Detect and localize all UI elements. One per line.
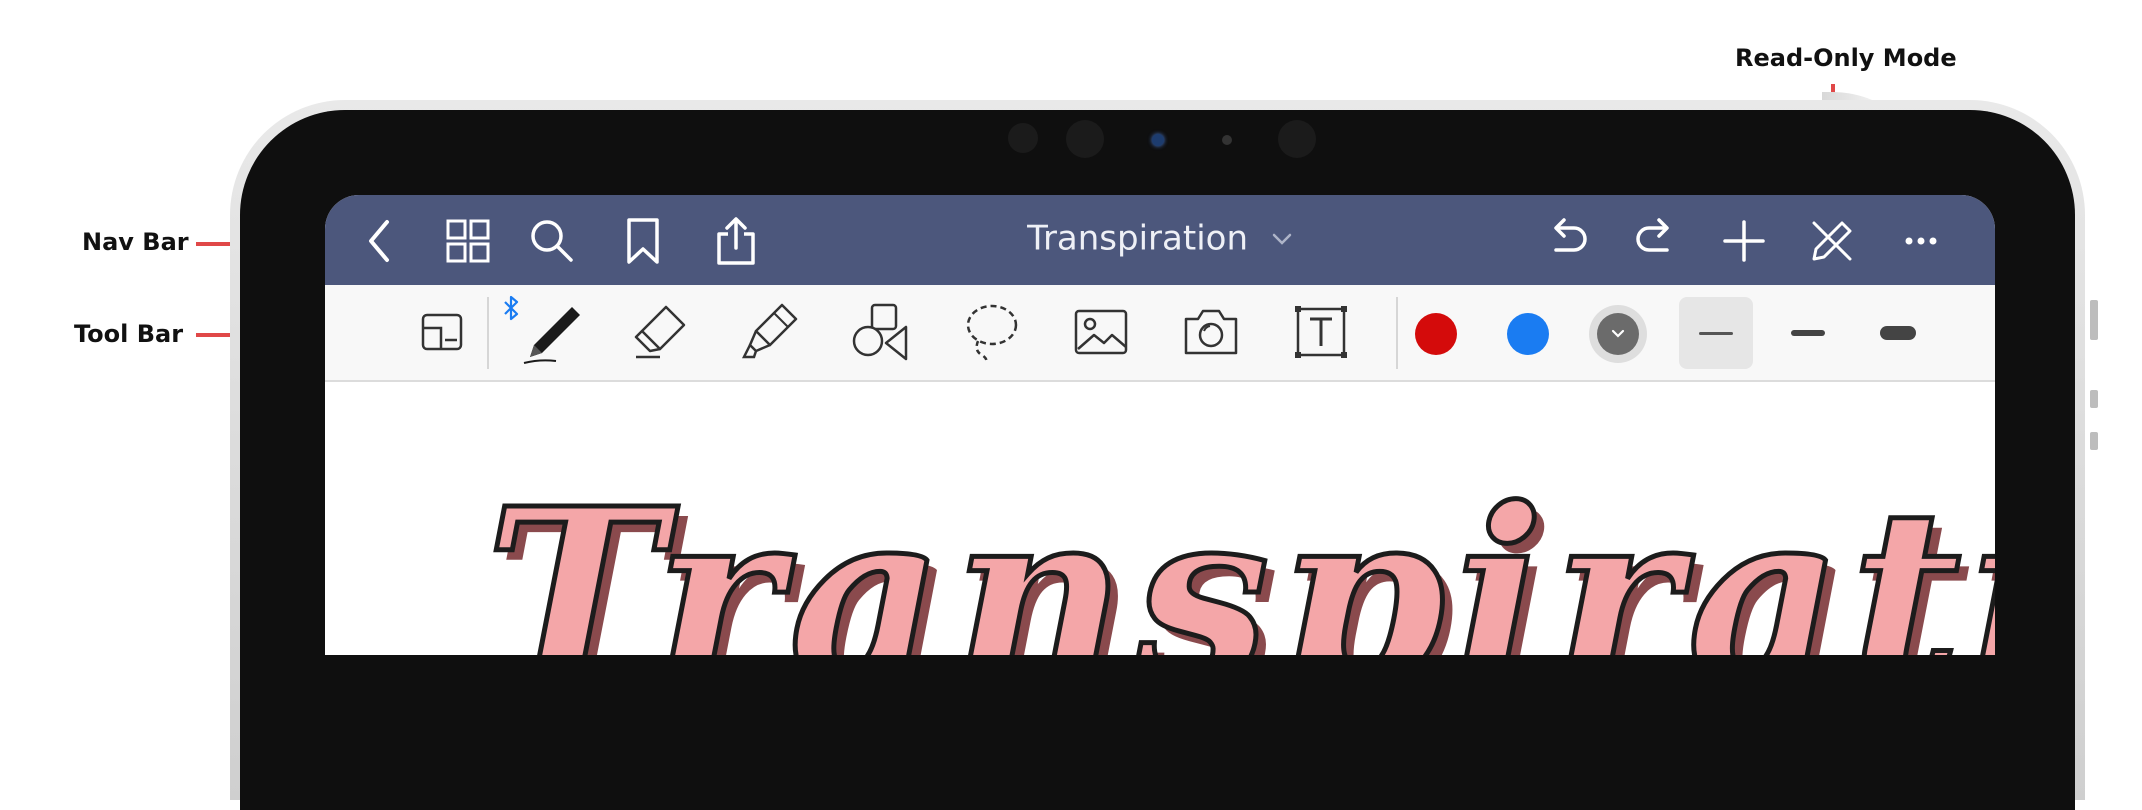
camera-lens [1152,134,1164,146]
device-side-button [2090,300,2098,340]
camera-sensor-1 [1008,123,1038,153]
note-canvas[interactable]: Transpiration [325,382,1995,655]
color-swatch-red[interactable] [1415,313,1457,355]
pen-tool[interactable] [518,299,588,369]
stroke-thin-line [1699,331,1733,335]
chevron-down-icon [1272,233,1292,245]
color-swatch-gray-selected[interactable] [1589,305,1647,363]
callout-nav-bar: Nav Bar [82,228,189,256]
highlighter-icon [741,303,798,359]
image-icon [1074,309,1128,355]
callout-tool-bar: Tool Bar [74,320,184,348]
lasso-icon [966,304,1018,363]
shapes-icon [852,303,908,361]
text-box-tool[interactable] [1288,299,1354,365]
add-page-button[interactable] [1718,215,1770,267]
lasso-tool[interactable] [958,299,1024,365]
text-box-icon [1295,306,1347,358]
undo-icon [1554,218,1587,252]
camera-tool[interactable] [1178,299,1244,365]
highlighter-tool[interactable] [738,299,804,365]
stroke-thick-line [1880,326,1916,340]
camera-icon [1184,309,1238,355]
toolbar-divider-2 [1396,297,1398,369]
pencil-slash-icon [1812,221,1852,261]
page-layout-icon [421,313,463,351]
stroke-medium-line [1791,330,1825,336]
undo-button[interactable] [1541,215,1593,267]
page-layout-tool[interactable] [417,307,471,357]
document-title-text: Transpiration [1027,218,1248,259]
redo-button[interactable] [1630,215,1682,267]
gray-swatch-dot [1597,313,1639,355]
callout-read-only-mode: Read-Only Mode [1735,44,1957,72]
stroke-medium[interactable] [1771,297,1845,369]
eraser-tool[interactable] [628,299,694,365]
pen-icon [523,307,580,364]
eraser-icon [634,305,686,359]
camera-sensor-2 [1066,120,1104,158]
camera-sensor-3 [1278,120,1316,158]
redo-icon [1636,218,1669,252]
color-swatch-blue[interactable] [1507,313,1549,355]
ellipsis-icon [1905,237,1937,245]
toolbar-divider-1 [487,297,489,369]
nav-bar: Transpiration [325,195,1995,285]
plus-icon [1723,220,1765,262]
stroke-thin-selected[interactable] [1679,297,1753,369]
image-tool[interactable] [1068,299,1134,365]
more-button[interactable] [1895,215,1947,267]
device-volume-down [2090,432,2098,450]
stroke-thick[interactable] [1861,297,1935,369]
device-volume-up [2090,390,2098,408]
tool-bar [325,285,1995,382]
read-only-mode-button[interactable] [1806,215,1858,267]
chevron-down-icon [1611,329,1625,338]
shapes-tool[interactable] [848,299,914,365]
handwritten-title: Transpiration [482,456,1995,656]
app-screen: Transpiration Transpirat [325,195,1995,655]
camera-dot [1222,135,1232,145]
bluetooth-icon [504,295,519,321]
